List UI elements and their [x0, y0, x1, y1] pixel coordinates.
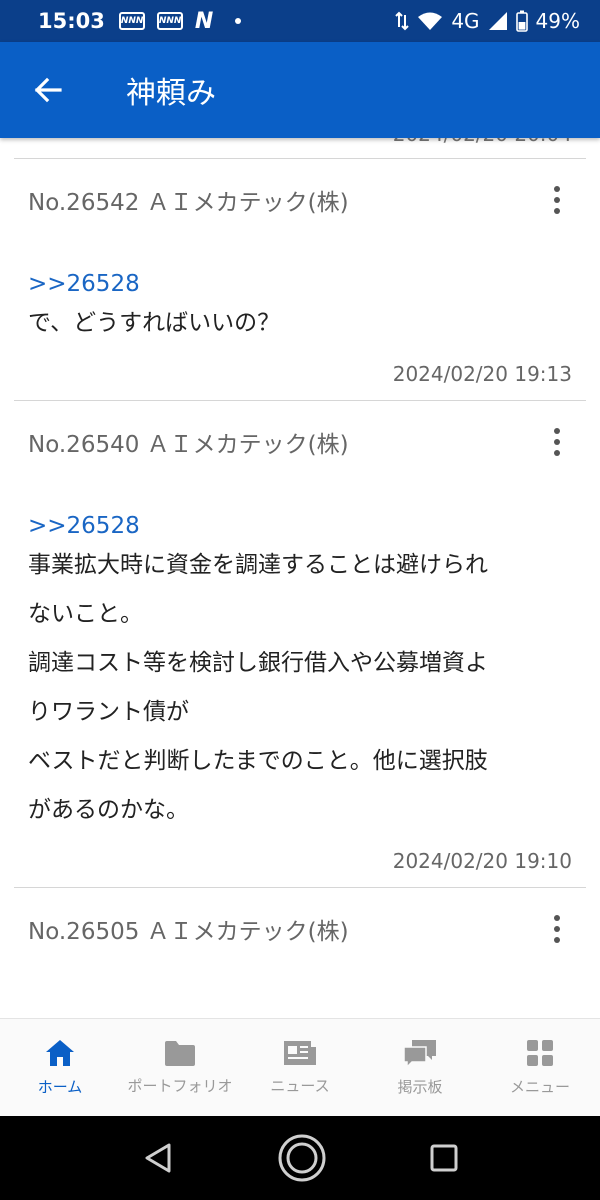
post-meta: No.26540 ＡＩメカテック(株): [28, 425, 349, 459]
bottom-navigation: ホーム ポートフォリオ ニュース 掲示板 メニュー: [0, 1018, 600, 1116]
company-name: ＡＩメカテック(株): [146, 432, 349, 458]
nav-label: ニュース: [270, 1077, 330, 1095]
folder-icon: [165, 1041, 195, 1066]
nav-label: ポートフォリオ: [127, 1077, 233, 1095]
app-notification-icon: NNN: [118, 12, 145, 30]
data-transfer-icon: [395, 11, 410, 31]
status-bar: 15:03 NNN NNN N 4G 49%: [0, 0, 600, 42]
nav-news[interactable]: ニュース: [240, 1019, 360, 1116]
n-notification-icon: N: [194, 8, 214, 34]
nav-home[interactable]: ホーム: [0, 1019, 120, 1116]
app-notification-icon: NNN: [156, 12, 183, 30]
company-name: ＡＩメカテック(株): [146, 919, 349, 945]
post-meta: No.26505 ＡＩメカテック(株): [28, 912, 349, 946]
reply-link[interactable]: >>26528: [28, 269, 572, 299]
post-timestamp: 2024/02/20 19:10: [392, 849, 572, 873]
post-number: No.26540: [28, 432, 140, 458]
post-feed[interactable]: 2024/02/20 20:04 No.26542 ＡＩメカテック(株) >>2…: [0, 138, 600, 1018]
back-button[interactable]: [0, 42, 96, 138]
system-navigation-bar: [0, 1116, 600, 1200]
network-type: 4G: [451, 9, 480, 33]
home-icon: [46, 1040, 74, 1066]
nav-label: 掲示板: [397, 1078, 443, 1096]
page-title: 神頼み: [126, 76, 216, 111]
grid-menu-icon: [527, 1040, 553, 1066]
more-options-button[interactable]: [542, 180, 572, 220]
nav-label: ホーム: [37, 1078, 83, 1096]
post-item: No.26505 ＡＩメカテック(株): [14, 888, 586, 970]
nav-menu[interactable]: メニュー: [480, 1019, 600, 1116]
nav-portfolio[interactable]: ポートフォリオ: [120, 1019, 240, 1116]
newspaper-icon: [284, 1041, 316, 1065]
post-header: No.26542 ＡＩメカテック(株): [14, 159, 586, 241]
more-options-button[interactable]: [542, 909, 572, 949]
more-notifications-icon: [235, 18, 242, 24]
post-text: 事業拡大時に資金を調達することは避けられ ないこと。 調達コスト等を検討し銀行借…: [28, 552, 488, 823]
post-timestamp: 2024/02/20 20:04: [14, 138, 586, 159]
nav-board[interactable]: 掲示板: [360, 1019, 480, 1116]
post-header: No.26505 ＡＩメカテック(株): [14, 888, 586, 970]
system-recents-icon[interactable]: [429, 1143, 459, 1173]
post-timestamp: 2024/02/20 19:13: [392, 362, 572, 386]
more-options-button[interactable]: [542, 422, 572, 462]
system-home-icon[interactable]: [277, 1133, 327, 1183]
status-time: 15:03: [38, 9, 105, 33]
battery-level: 49%: [535, 9, 580, 33]
app-bar: 神頼み: [0, 42, 600, 138]
signal-icon: [488, 12, 507, 30]
company-name: ＡＩメカテック(株): [146, 190, 349, 216]
post-item: No.26540 ＡＩメカテック(株) >>26528 事業拡大時に資金を調達す…: [14, 401, 586, 888]
system-back-icon[interactable]: [141, 1141, 175, 1175]
chat-bubbles-icon: [403, 1040, 436, 1068]
nav-label: メニュー: [509, 1078, 570, 1096]
reply-link[interactable]: >>26528: [28, 511, 572, 541]
post-text: で、どうすればいいの？: [28, 310, 281, 336]
post-item: No.26542 ＡＩメカテック(株) >>26528 で、どうすればいいの？ …: [14, 159, 586, 401]
post-header: No.26540 ＡＩメカテック(株): [14, 401, 586, 483]
arrow-left-icon: [34, 77, 62, 103]
battery-icon: [515, 10, 528, 32]
post-number: No.26542: [28, 190, 140, 216]
post-number: No.26505: [28, 919, 140, 945]
wifi-icon: [418, 12, 443, 30]
post-meta: No.26542 ＡＩメカテック(株): [28, 183, 349, 217]
